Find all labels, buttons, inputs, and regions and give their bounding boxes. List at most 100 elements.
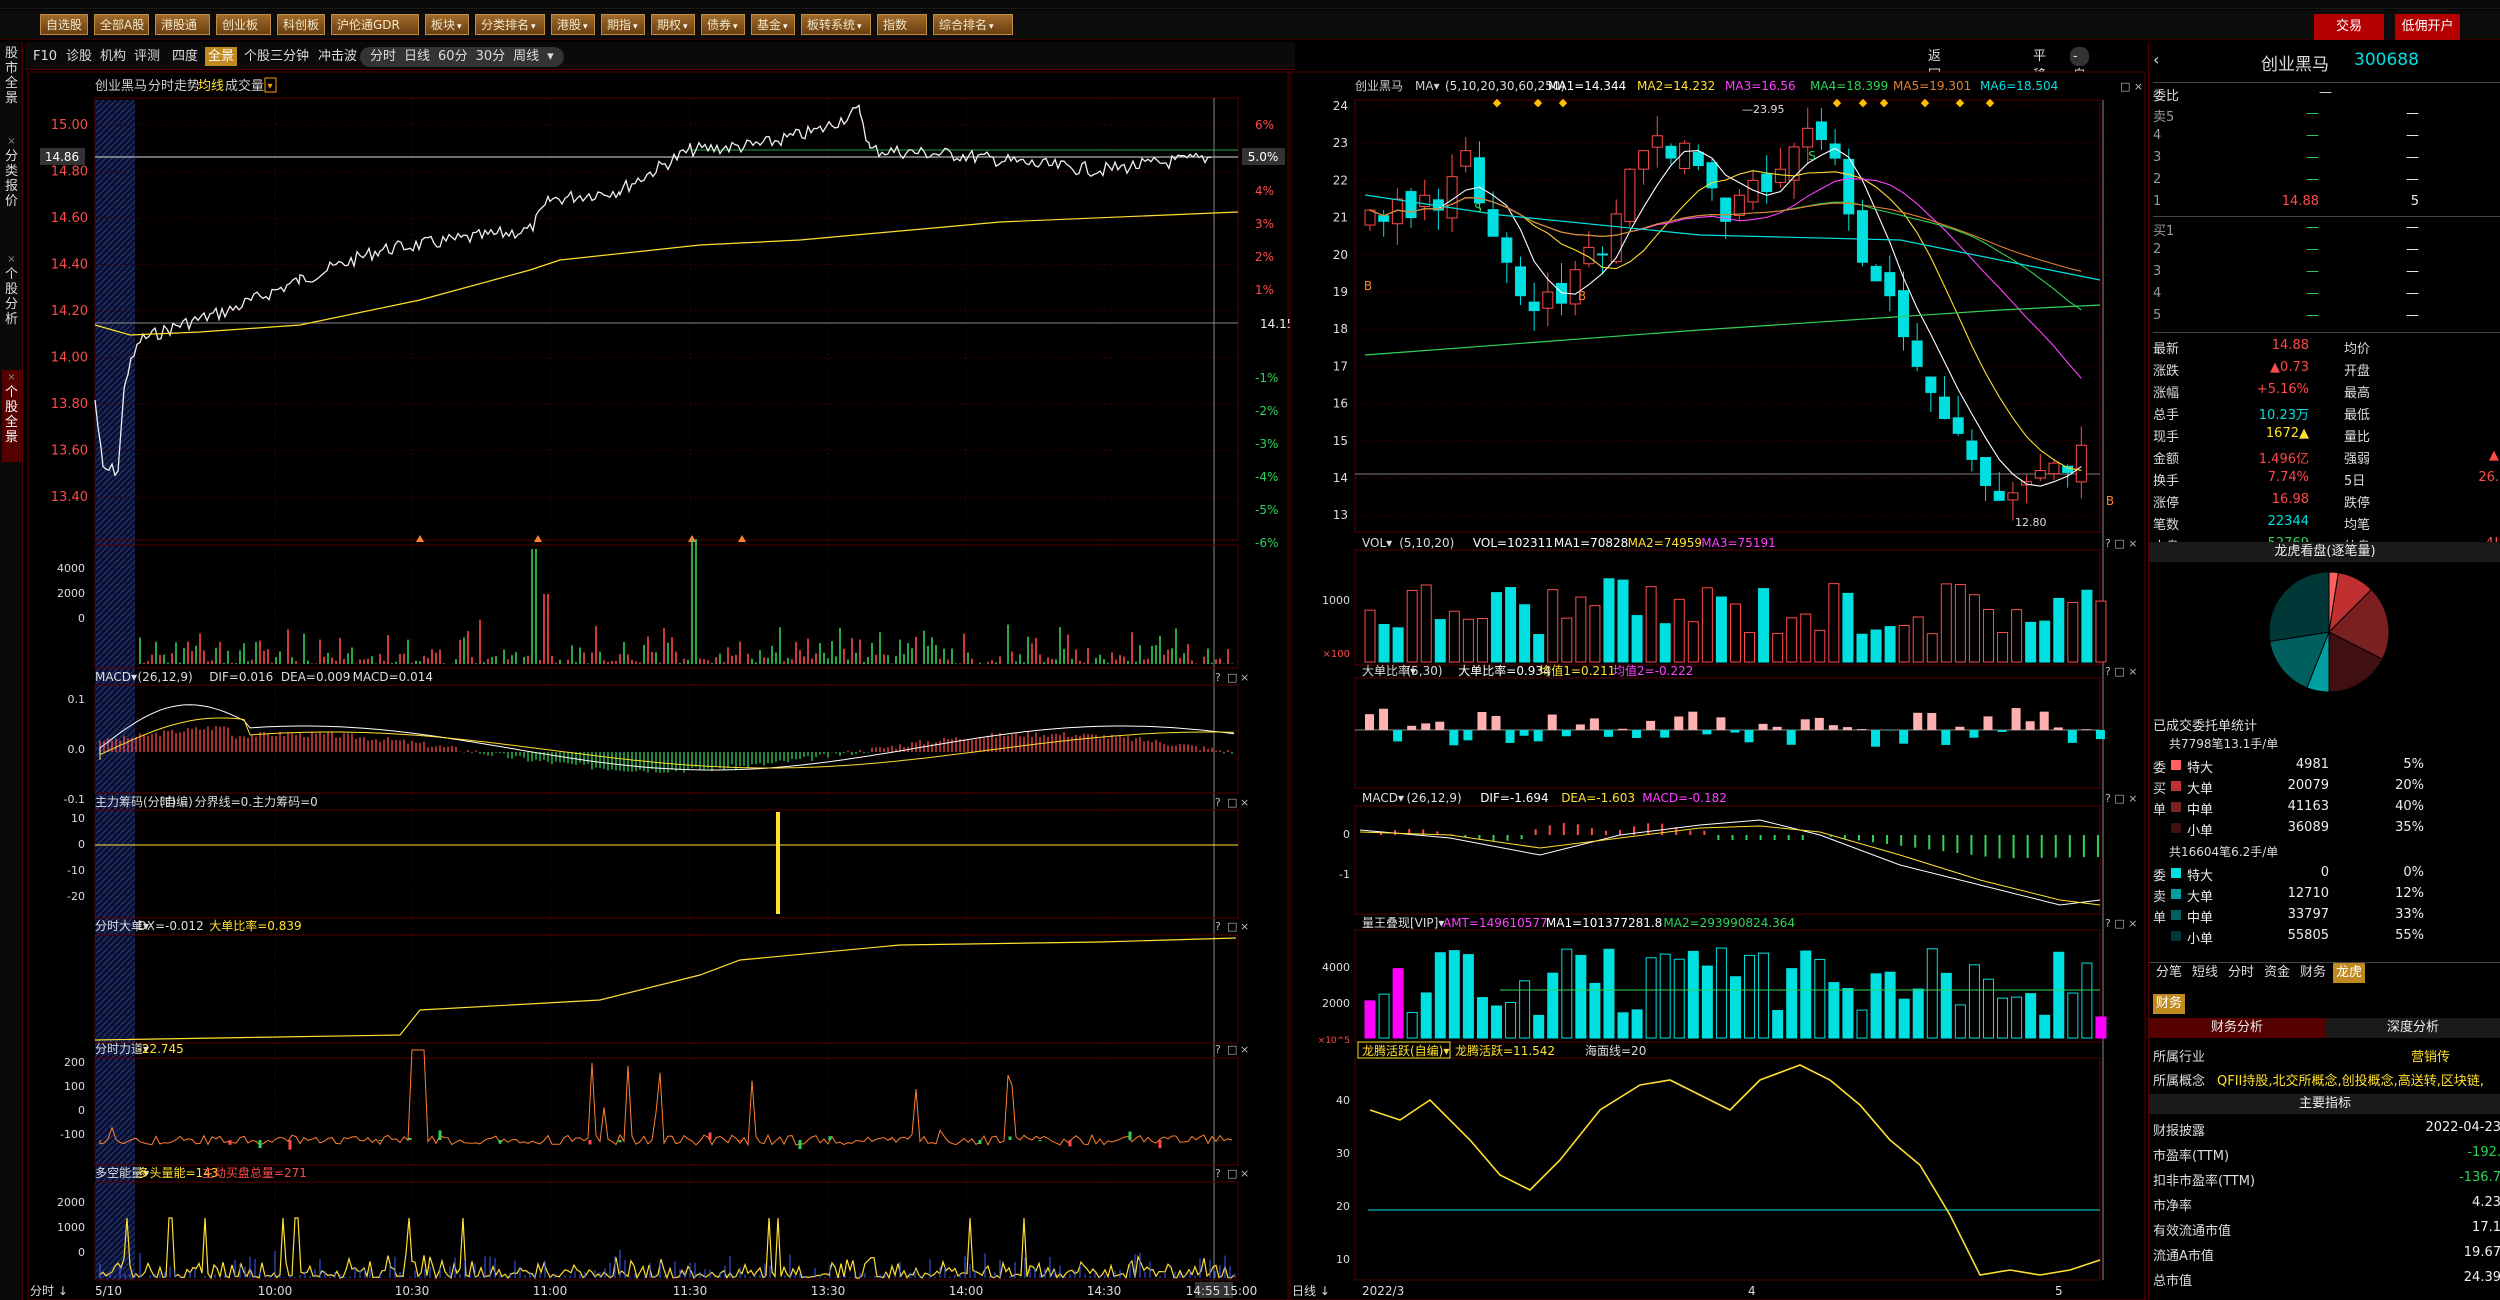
candle-body <box>1501 237 1513 263</box>
candle-body <box>2007 492 2019 501</box>
candle-body <box>1911 340 1923 367</box>
stat-value: 7.74% <box>2267 470 2309 485</box>
amt-bar <box>1701 965 1713 1039</box>
app-root: { "toolbar": { "buttons": ["自选股","全部A股",… <box>0 0 2500 1300</box>
vol-bar <box>1729 603 1741 663</box>
longhu-tick: 10 <box>1336 1253 1350 1266</box>
amt-bar <box>1687 950 1699 1039</box>
dadan-bar <box>1660 730 1670 738</box>
divider <box>2153 332 2500 333</box>
stat-label: 最高 <box>2344 386 2371 401</box>
stat-label: 笔数 <box>2153 518 2180 533</box>
amt-bar <box>1772 1010 1784 1039</box>
open-account-button[interactable]: 低佣开户 <box>2395 14 2460 40</box>
vol-bar <box>1954 583 1966 663</box>
candle-body <box>2034 470 2046 479</box>
avg-label: 均线 <box>198 79 224 94</box>
trade-button[interactable]: 交易 <box>2314 14 2384 40</box>
candle-body <box>1679 142 1691 169</box>
bottom-tab[interactable]: 资金 <box>2261 963 2293 983</box>
bottom-tab[interactable]: 财务 <box>2297 963 2329 983</box>
daily-price-tick: 21 <box>1333 211 1348 225</box>
daily-price-tick: 19 <box>1333 285 1348 299</box>
vol-bar <box>1364 609 1376 663</box>
price-tick: 14.40 <box>51 258 88 273</box>
order-pct: 12% <box>2395 886 2424 901</box>
vol-bar <box>1786 617 1798 663</box>
vol-bar <box>2039 620 2051 663</box>
side-label: 卖 <box>2153 890 2167 905</box>
dadan-bar <box>2011 708 2021 730</box>
amt-bar <box>1744 954 1756 1039</box>
bottom-tab[interactable]: 分笔 <box>2153 963 2185 983</box>
signal-diamond: ◆ <box>1880 96 1889 109</box>
nengliang-tick: 2000 <box>57 1196 85 1209</box>
candle-body <box>2075 444 2087 483</box>
bottom-tab[interactable]: 分时 <box>2225 963 2257 983</box>
macd-tick: 0 <box>1343 828 1350 841</box>
sell-level-label: 4 <box>2153 128 2162 143</box>
main-index-title: 主要指标 <box>2149 1094 2500 1114</box>
vol-tick: 4000 <box>57 562 85 575</box>
candle-body <box>1665 145 1677 159</box>
amt-bar <box>2053 951 2065 1039</box>
maximize-icon: □ <box>1227 1167 1237 1180</box>
buy-level-label: 买1 <box>2153 224 2175 239</box>
amt-bar <box>1926 948 1938 1039</box>
lidao-tick: 200 <box>64 1056 85 1069</box>
vol-bar <box>1476 618 1488 663</box>
ma-label: MA5=19.301 <box>1893 79 1971 93</box>
amt-bar <box>1898 998 1910 1039</box>
amt-bar <box>2025 993 2037 1039</box>
vol-title: MA3=75191 <box>1701 536 1775 550</box>
dadan-bar <box>1603 730 1613 737</box>
stat-label: 现手 <box>2153 430 2180 445</box>
vol-bar <box>1491 592 1503 663</box>
vol-bar <box>1533 634 1545 663</box>
vol-bar <box>1434 619 1446 663</box>
buy-total: 共7798笔13.1手/单 <box>2169 737 2279 751</box>
legend-swatch <box>2171 868 2181 878</box>
dadan-bar <box>1379 708 1389 730</box>
zhuli-tick: 10 <box>71 812 85 825</box>
stat-label: 换手 <box>2153 474 2180 489</box>
time-label: 14:00 <box>949 1284 984 1298</box>
dadan-bar <box>1842 727 1852 730</box>
buy-volume: — <box>2406 308 2419 323</box>
pct-tick: 6% <box>1255 118 1274 132</box>
daily-price-tick: 24 <box>1333 99 1348 113</box>
dadan-bar <box>1772 726 1782 730</box>
sell-volume: — <box>2406 128 2419 143</box>
candle-body <box>1966 440 1978 460</box>
bs-signal: S <box>1808 149 1816 163</box>
nengliang-title: 主动买盘总量=271 <box>202 1165 307 1180</box>
dadan-bar <box>1421 723 1431 730</box>
amt-bar <box>1406 1012 1418 1039</box>
ref-price: 14.15 <box>1260 317 1294 331</box>
entrust-title: 已成交委托单统计 <box>2153 719 2258 734</box>
signal-diamond: ◆ <box>1534 96 1543 109</box>
dadan-bar <box>1477 712 1487 730</box>
order-count: 41163 <box>2287 799 2329 814</box>
panel-controls: ? □ × <box>2105 792 2137 805</box>
bottom-tab[interactable]: 龙虎 <box>2333 963 2366 983</box>
dadan-bar <box>1407 725 1417 730</box>
dadan-bar <box>1955 726 1965 730</box>
sell-level-label: 1 <box>2153 194 2162 209</box>
order-pct: 40% <box>2395 799 2424 814</box>
dadan-bar <box>2053 727 2063 730</box>
candle-body <box>1939 396 1951 419</box>
amt-title: AMT=149610577 <box>1443 916 1548 930</box>
stat-value: 16.98 <box>2271 492 2309 507</box>
stat-label: 均笔 <box>2344 518 2371 533</box>
amt-bar <box>1982 978 1994 1039</box>
current-price: 14.86 <box>45 150 79 164</box>
vol-bar <box>1814 629 1826 663</box>
bottom-tab[interactable]: 短线 <box>2189 963 2221 983</box>
back-arrow-icon[interactable]: ‹ <box>2153 50 2159 69</box>
dadan-bar <box>1828 725 1838 730</box>
candle-body <box>1473 157 1485 204</box>
order-count: 33797 <box>2287 907 2329 922</box>
bs-signal: B <box>1578 289 1586 303</box>
vol-bar <box>1547 589 1559 663</box>
